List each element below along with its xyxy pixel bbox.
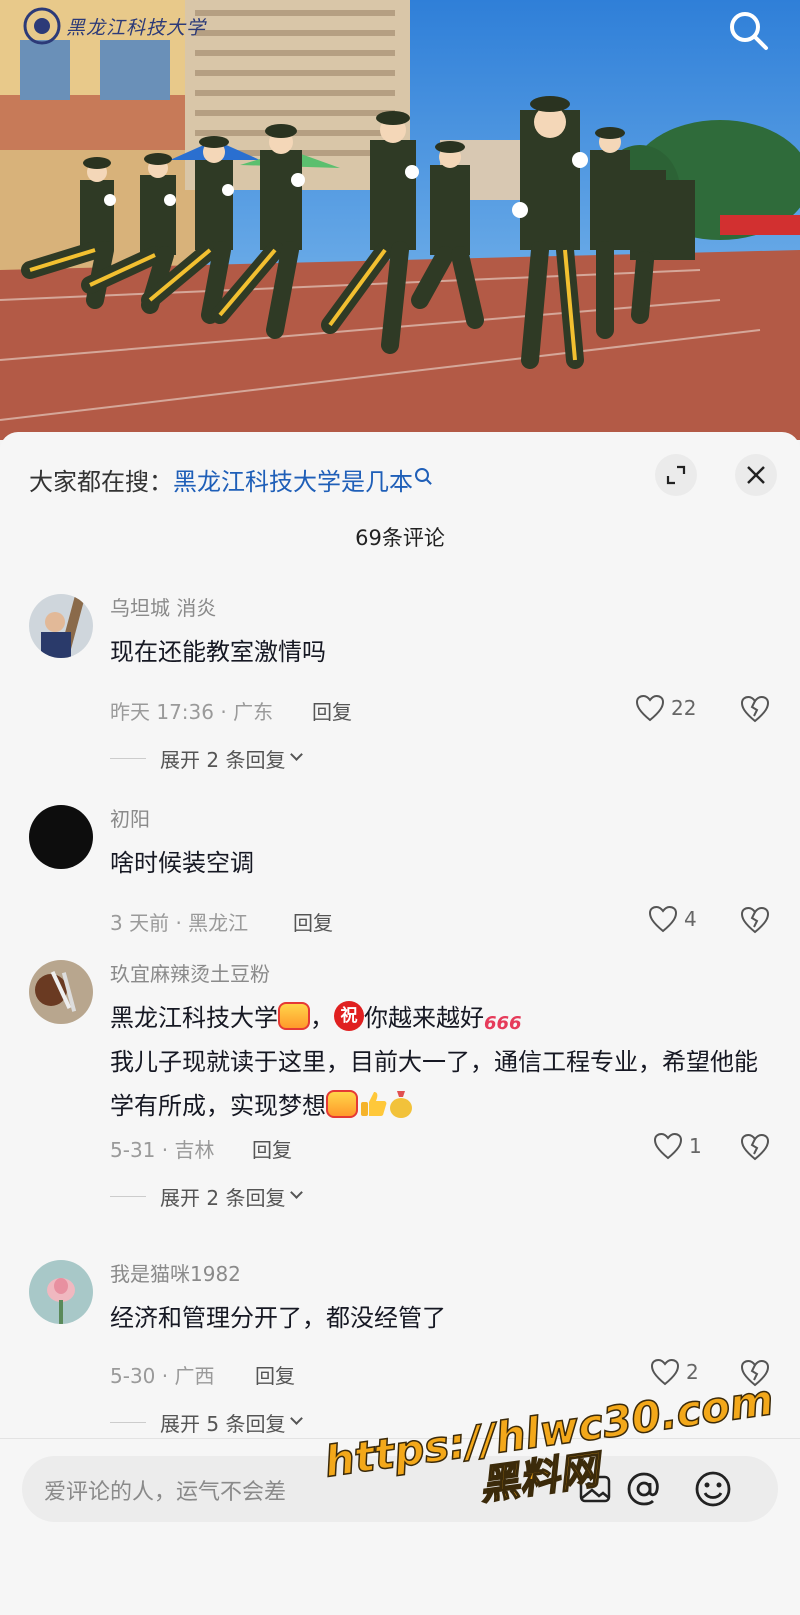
chevron-down-icon (290, 748, 304, 761)
expand-replies[interactable]: 展开 2 条回复 (110, 1182, 304, 1211)
comment-meta: 3 天前 · 黑龙江 (110, 911, 249, 935)
heart-icon (653, 1132, 683, 1160)
money-bag-emoji-icon (388, 1089, 414, 1119)
comment-meta: 5-31 · 吉林 (110, 1138, 215, 1162)
comment-text-part: 黑龙江科技大学 (110, 1004, 278, 1032)
expand-button[interactable] (655, 454, 697, 496)
zhu-emoji-icon: 祝 (334, 1001, 364, 1031)
reply-button[interactable]: 回复 (293, 907, 333, 936)
broken-heart-icon[interactable] (740, 905, 770, 935)
school-logo-text: 黑龙江科技大学 (66, 17, 207, 39)
comment-input-placeholder: 爱评论的人，运气不会差 (44, 1480, 287, 1505)
expand-replies-label: 展开 2 条回复 (160, 1186, 286, 1210)
comment-text: 黑龙江科技大学 ，祝你越来越好666 我儿子现就读于这里，目前大一了，通信工程专业… (110, 996, 760, 1128)
chevron-down-icon (290, 1186, 304, 1199)
like-button[interactable]: 2 (650, 1358, 699, 1386)
comment-panel: 大家都在搜：黑龙江科技大学是几本 69条评论 乌坦城 消炎 现在还能教室激情吗 … (0, 432, 800, 1615)
666-emoji-icon: 666 (484, 1013, 522, 1034)
comment-text-part: ， (310, 1004, 334, 1032)
chevron-down-icon (290, 1412, 304, 1425)
expand-icon (666, 465, 686, 485)
heart-icon (650, 1358, 680, 1386)
comment-username[interactable]: 乌坦城 消炎 (110, 592, 216, 621)
comment-text: 啥时候装空调 (110, 849, 254, 877)
like-count: 4 (684, 907, 697, 931)
like-count: 22 (671, 696, 697, 720)
reply-button[interactable]: 回复 (255, 1360, 295, 1389)
like-count: 2 (686, 1360, 699, 1384)
close-button[interactable] (735, 454, 777, 496)
search-small-icon (415, 468, 429, 482)
reply-button[interactable]: 回复 (252, 1134, 292, 1163)
expand-replies[interactable]: 展开 5 条回复 (110, 1408, 304, 1437)
image-icon[interactable] (576, 1470, 614, 1508)
cheer-emoji-icon (326, 1090, 358, 1118)
like-button[interactable]: 4 (648, 905, 697, 933)
comment-username[interactable]: 玖宜麻辣烫土豆粉 (110, 958, 270, 987)
like-count: 1 (689, 1134, 702, 1158)
thumbs-up-emoji-icon (358, 1089, 388, 1119)
trending-keyword[interactable]: 黑龙江科技大学是几本 (173, 468, 413, 496)
search-icon[interactable] (726, 8, 770, 52)
heart-icon (635, 694, 665, 722)
avatar[interactable] (29, 594, 93, 658)
avatar[interactable] (29, 805, 93, 869)
comment-meta: 昨天 17:36 · 广东 (110, 700, 274, 724)
comment-text: 现在还能教室激情吗 (110, 638, 326, 666)
like-button[interactable]: 1 (653, 1132, 702, 1160)
heart-icon (648, 905, 678, 933)
trending-search[interactable]: 大家都在搜：黑龙江科技大学是几本 (29, 462, 429, 497)
comment-count: 69条评论 (355, 526, 445, 550)
reply-button[interactable]: 回复 (312, 696, 352, 725)
at-icon[interactable] (625, 1470, 663, 1508)
video-player[interactable]: 黑龙江科技大学 (0, 0, 800, 440)
expand-replies[interactable]: 展开 2 条回复 (110, 744, 304, 773)
expand-line (110, 1422, 146, 1423)
emoji-icon[interactable] (694, 1470, 732, 1508)
avatar[interactable] (29, 1260, 93, 1324)
comment-text: 经济和管理分开了，都没经管了 (110, 1304, 446, 1332)
cheer-emoji-icon (278, 1002, 310, 1030)
like-button[interactable]: 22 (635, 694, 696, 722)
comment-input[interactable]: 爱评论的人，运气不会差 (22, 1456, 778, 1522)
comment-username[interactable]: 初阳 (110, 803, 150, 832)
expand-line (110, 1196, 146, 1197)
broken-heart-icon[interactable] (740, 694, 770, 724)
expand-replies-label: 展开 5 条回复 (160, 1412, 286, 1436)
comment-meta: 5-30 · 广西 (110, 1364, 215, 1388)
trending-prefix: 大家都在搜： (29, 468, 173, 496)
comment-text-part: 你越来越好 (364, 1004, 484, 1032)
expand-replies-label: 展开 2 条回复 (160, 748, 286, 772)
comment-text-part: 我儿子现就读于这里，目前大一了，通信工程专业，希望他能学有所成，实现梦想 (110, 1048, 758, 1120)
broken-heart-icon[interactable] (740, 1358, 770, 1388)
expand-line (110, 758, 146, 759)
close-icon (747, 466, 765, 484)
broken-heart-icon[interactable] (740, 1132, 770, 1162)
avatar[interactable] (29, 960, 93, 1024)
comment-username[interactable]: 我是猫咪1982 (110, 1258, 241, 1287)
video-frame (0, 0, 800, 440)
divider (0, 1438, 800, 1439)
